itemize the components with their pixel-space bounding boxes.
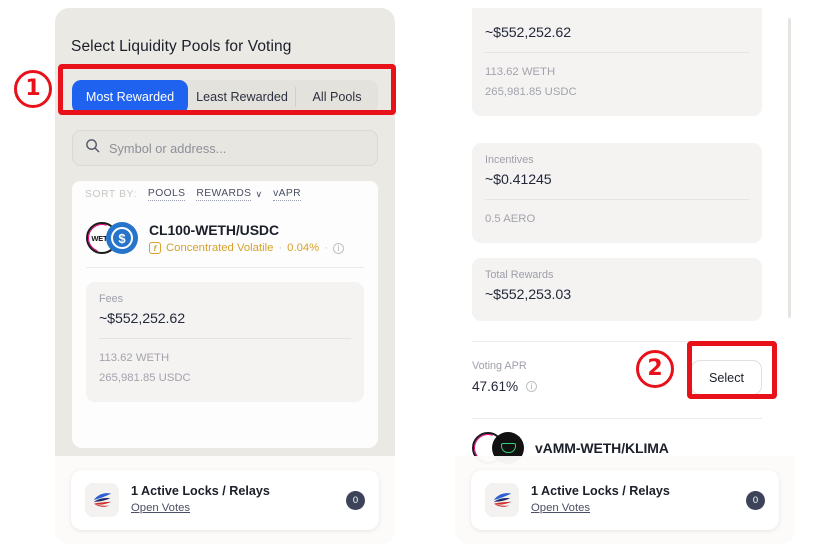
pool-name: CL100-WETH/USDC <box>149 222 279 238</box>
incentives-line-aero: 0.5 AERO <box>485 213 536 225</box>
token-pair-icons: WETH $ <box>86 222 138 254</box>
annotation-marker-step-2: 2 <box>636 350 674 388</box>
annotation-marker-step-1: 1 <box>14 70 52 108</box>
right-panel: Fees ~$552,252.62 113.62 WETH 265,981.85… <box>455 8 795 544</box>
fees-line-weth: 113.62 WETH <box>99 352 170 364</box>
left-bottom-bar: 1 Active Locks / Relays Open Votes 0 <box>55 456 395 544</box>
info-circle-icon[interactable]: i <box>526 381 538 392</box>
screenshot-stage: Select Liquidity Pools for Voting Most R… <box>0 0 840 560</box>
open-votes-link[interactable]: Open Votes <box>531 502 590 514</box>
tab-least-rewarded[interactable]: Least Rewarded <box>188 80 296 114</box>
voting-apr-value: 47.61% <box>472 379 519 394</box>
fees-divider-right <box>485 52 749 53</box>
pool-fee: 0.04% <box>287 242 320 254</box>
apr-section-divider <box>472 341 762 342</box>
incentives-label: Incentives <box>485 154 534 166</box>
meta-separator-2: · <box>324 242 328 254</box>
voting-apr-value-row: 47.61% i <box>472 379 538 394</box>
scrollbar-thumb[interactable] <box>788 18 791 318</box>
pool-meta: f Concentrated Volatile · 0.04% · i <box>149 242 344 254</box>
next-pool-name: vAMM-WETH/KLIMA <box>535 440 669 456</box>
sort-by-label: SORT BY: <box>85 189 137 200</box>
total-rewards-value: ~$552,253.03 <box>485 287 571 303</box>
active-locks-text: 1 Active Locks / Relays Open Votes <box>131 484 346 516</box>
tab-most-rewarded[interactable]: Most Rewarded <box>72 80 188 114</box>
fees-stat-box: Fees ~$552,252.62 113.62 WETH 265,981.85… <box>86 282 364 402</box>
fees-divider <box>99 338 351 339</box>
info-circle-icon[interactable]: i <box>332 242 344 254</box>
search-input[interactable]: Symbol or address... <box>72 130 378 166</box>
tab-all-pools[interactable]: All Pools <box>296 80 378 114</box>
open-votes-link[interactable]: Open Votes <box>131 502 190 514</box>
chevron-down-icon[interactable]: ∨ <box>255 189 262 200</box>
fees-value-right: ~$552,252.62 <box>485 25 571 41</box>
active-locks-title: 1 Active Locks / Relays <box>531 484 670 498</box>
meta-separator: · <box>278 242 283 254</box>
next-pool-divider <box>472 418 762 419</box>
sort-bar: SORT BY: POOLS REWARDS ∨ vAPR <box>72 181 378 208</box>
fees-label: Fees <box>99 293 124 305</box>
aerodrome-logo-icon <box>85 483 119 517</box>
card-divider <box>86 267 364 268</box>
incentives-divider <box>485 199 749 200</box>
right-bottom-bar: 1 Active Locks / Relays Open Votes 0 <box>455 456 795 544</box>
select-button[interactable]: Select <box>691 360 762 395</box>
active-locks-text: 1 Active Locks / Relays Open Votes <box>531 484 746 516</box>
fees-value: ~$552,252.62 <box>99 311 185 327</box>
search-placeholder: Symbol or address... <box>109 140 227 156</box>
sort-option-pools[interactable]: POOLS <box>147 188 186 201</box>
incentives-value: ~$0.41245 <box>485 172 552 188</box>
right-panel-scroll-content: Fees ~$552,252.62 113.62 WETH 265,981.85… <box>455 8 795 544</box>
total-rewards-label: Total Rewards <box>485 269 554 281</box>
vote-count-badge: 0 <box>746 490 765 510</box>
sort-option-vapr[interactable]: vAPR <box>273 188 301 201</box>
fees-line-weth-right: 113.62 WETH <box>485 66 556 78</box>
search-icon <box>85 138 100 158</box>
sort-option-rewards[interactable]: REWARDS <box>196 188 252 201</box>
pool-header: WETH $ CL100-WETH/USDC f Concentrated Vo… <box>72 208 378 254</box>
active-locks-card[interactable]: 1 Active Locks / Relays Open Votes 0 <box>71 470 379 530</box>
active-locks-title: 1 Active Locks / Relays <box>131 484 270 498</box>
left-panel: Select Liquidity Pools for Voting Most R… <box>55 8 395 544</box>
incentives-stat-box: Incentives ~$0.41245 0.5 AERO <box>472 143 762 243</box>
usdc-token-icon: $ <box>106 222 138 254</box>
pool-filter-tabs: Most Rewarded Least Rewarded All Pools <box>72 80 378 114</box>
f-badge-icon: f <box>149 242 161 254</box>
fees-stat-box-right: Fees ~$552,252.62 113.62 WETH 265,981.85… <box>472 8 762 116</box>
fees-line-usdc-right: 265,981.85 USDC <box>485 85 577 98</box>
voting-apr-label: Voting APR <box>472 360 527 372</box>
pool-type: Concentrated Volatile <box>166 242 274 254</box>
pool-card[interactable]: WETH $ CL100-WETH/USDC f Concentrated Vo… <box>72 208 378 448</box>
vote-count-badge: 0 <box>346 490 365 510</box>
page-title: Select Liquidity Pools for Voting <box>71 38 292 55</box>
active-locks-card[interactable]: 1 Active Locks / Relays Open Votes 0 <box>471 470 779 530</box>
fees-line-usdc: 265,981.85 USDC <box>99 371 191 384</box>
aerodrome-logo-icon <box>485 483 519 517</box>
total-rewards-stat-box: Total Rewards ~$552,253.03 <box>472 258 762 321</box>
